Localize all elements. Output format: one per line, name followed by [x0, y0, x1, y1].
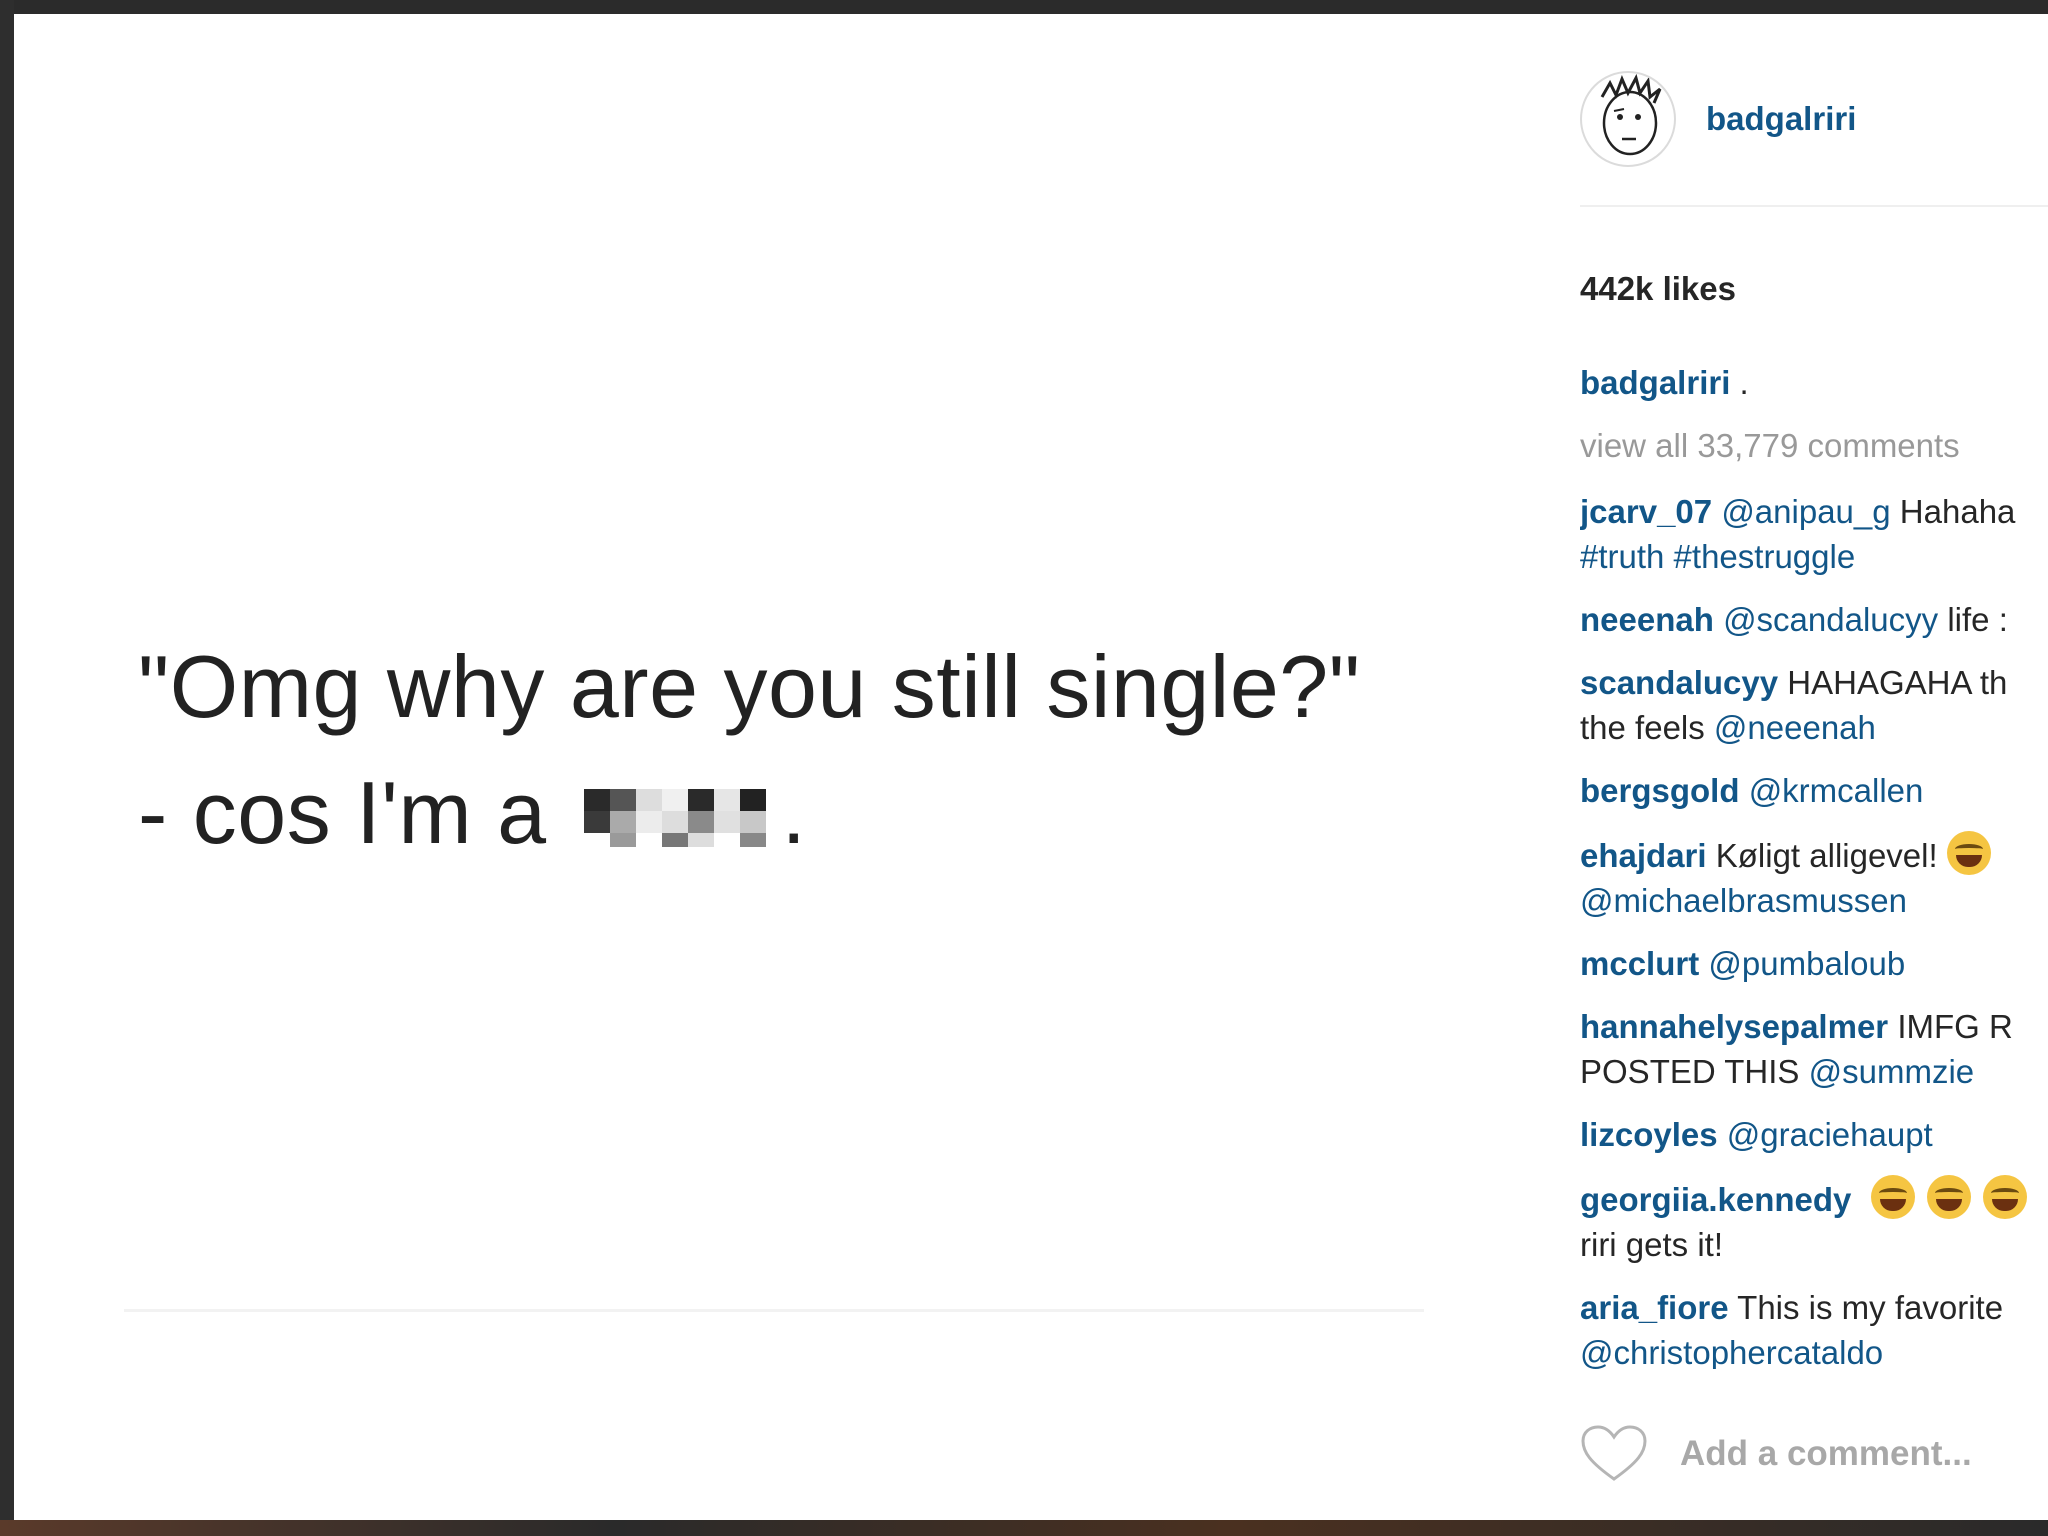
comment-bar: [1580, 1419, 2048, 1489]
heart-icon[interactable]: [1580, 1424, 1648, 1484]
comment-item: scandalucyy HAHAGAHA th the feels @neeen…: [1580, 660, 2048, 750]
comment-text: Køligt alligevel!: [1715, 837, 1938, 874]
add-comment-input[interactable]: [1680, 1434, 2040, 1474]
post-image: "Omg why are you still single?" - cos I'…: [14, 14, 1520, 1520]
comment-line-2: the feels @neeenah: [1580, 705, 2048, 750]
comment-username[interactable]: lizcoyles: [1580, 1116, 1718, 1153]
comment-mention[interactable]: @neeenah: [1714, 709, 1876, 746]
quote-line-2-prefix: - cos I'm a: [138, 763, 547, 862]
comment-mention[interactable]: @michaelbrasmussen: [1580, 878, 2048, 923]
avatar[interactable]: [1580, 71, 1676, 167]
quote-line-2: - cos I'm a .: [138, 750, 1438, 876]
comment-mention[interactable]: @summzie: [1809, 1053, 1975, 1090]
comment-mention[interactable]: @scandalucyy: [1723, 601, 1938, 638]
laughing-emoji-icon: [1926, 1175, 1971, 1219]
view-all-comments-link[interactable]: view all 33,779 comments: [1580, 427, 1960, 465]
comment-text: This is my favorite: [1737, 1289, 2004, 1326]
comment-text-2: the feels: [1580, 709, 1705, 746]
comment-username[interactable]: hannahelysepalmer: [1580, 1008, 1888, 1045]
comment-text-2: riri gets it!: [1580, 1226, 1724, 1263]
laughing-emoji-icon: [1870, 1175, 1915, 1219]
post-modal: "Omg why are you still single?" - cos I'…: [14, 14, 2048, 1520]
backdrop-bottom: [0, 1520, 2048, 1536]
comment-item: hannahelysepalmer IMFG R POSTED THIS @su…: [1580, 1004, 2048, 1094]
comment-username[interactable]: aria_fiore: [1580, 1289, 1729, 1326]
censored-word: [572, 781, 782, 847]
quote-line-1: "Omg why are you still single?": [138, 637, 1361, 736]
comment-mention[interactable]: @krmcallen: [1749, 772, 1924, 809]
image-quote: "Omg why are you still single?" - cos I'…: [138, 624, 1438, 876]
comment-username[interactable]: mcclurt: [1580, 945, 1699, 982]
likes-count[interactable]: 442k likes: [1580, 270, 1736, 308]
backdrop-left: [0, 0, 14, 1536]
caption-text: .: [1739, 364, 1749, 401]
header-username[interactable]: badgalriri: [1706, 100, 1856, 138]
comment-item: jcarv_07 @anipau_g Hahaha #truth #thestr…: [1580, 489, 2048, 579]
comment-item: mcclurt @pumbaloub: [1580, 941, 2048, 986]
caption-username[interactable]: badgalriri: [1580, 364, 1730, 401]
quote-line-2-suffix: .: [781, 763, 807, 862]
comment-text: IMFG R: [1897, 1008, 2013, 1045]
comment-text: life :: [1947, 601, 2008, 638]
comment-item: lizcoyles @graciehaupt: [1580, 1112, 2048, 1157]
backdrop-top: [0, 0, 2048, 14]
comment-username[interactable]: georgiia.kennedy: [1580, 1181, 1851, 1218]
laughing-emoji-icon: [1946, 831, 1991, 875]
comment-item: bergsgold @krmcallen: [1580, 768, 2048, 813]
comment-item: ehajdari Køligt alligevel! @michaelbrasm…: [1580, 831, 2048, 923]
laughing-emoji-icon: [1982, 1175, 2027, 1219]
post-sidebar: badgalriri 442k likes badgalriri . view …: [1580, 14, 2048, 1520]
comment-username[interactable]: jcarv_07: [1580, 493, 1712, 530]
image-rule: [124, 1309, 1424, 1312]
comment-item: georgiia.kennedy riri gets it!: [1580, 1175, 2048, 1267]
header-divider: [1580, 205, 2048, 207]
comment-username[interactable]: bergsgold: [1580, 772, 1740, 809]
post-header: badgalriri: [1580, 64, 2048, 174]
comment-mention[interactable]: @christophercataldo: [1580, 1330, 2048, 1369]
comment-item: neeenah @scandalucyy life :: [1580, 597, 2048, 642]
comment-list: jcarv_07 @anipau_g Hahaha #truth #thestr…: [1580, 489, 2048, 1369]
comment-username[interactable]: ehajdari: [1580, 837, 1707, 874]
caption: badgalriri .: [1580, 364, 1749, 402]
cartoon-face-icon: [1600, 73, 1662, 156]
comment-line-2: POSTED THIS @summzie: [1580, 1049, 2048, 1094]
comment-text: HAHAGAHA th: [1787, 664, 2008, 701]
comment-text-2: POSTED THIS: [1580, 1053, 1800, 1090]
comment-mention[interactable]: @graciehaupt: [1727, 1116, 1933, 1153]
comment-mention[interactable]: @pumbaloub: [1708, 945, 1905, 982]
comment-text: Hahaha: [1899, 493, 2016, 530]
comment-username[interactable]: neeenah: [1580, 601, 1714, 638]
comment-hashtags[interactable]: #truth #thestruggle: [1580, 534, 2048, 579]
comment-item: aria_fiore This is my favorite @christop…: [1580, 1285, 2048, 1369]
comment-mention[interactable]: @anipau_g: [1721, 493, 1890, 530]
comment-username[interactable]: scandalucyy: [1580, 664, 1778, 701]
